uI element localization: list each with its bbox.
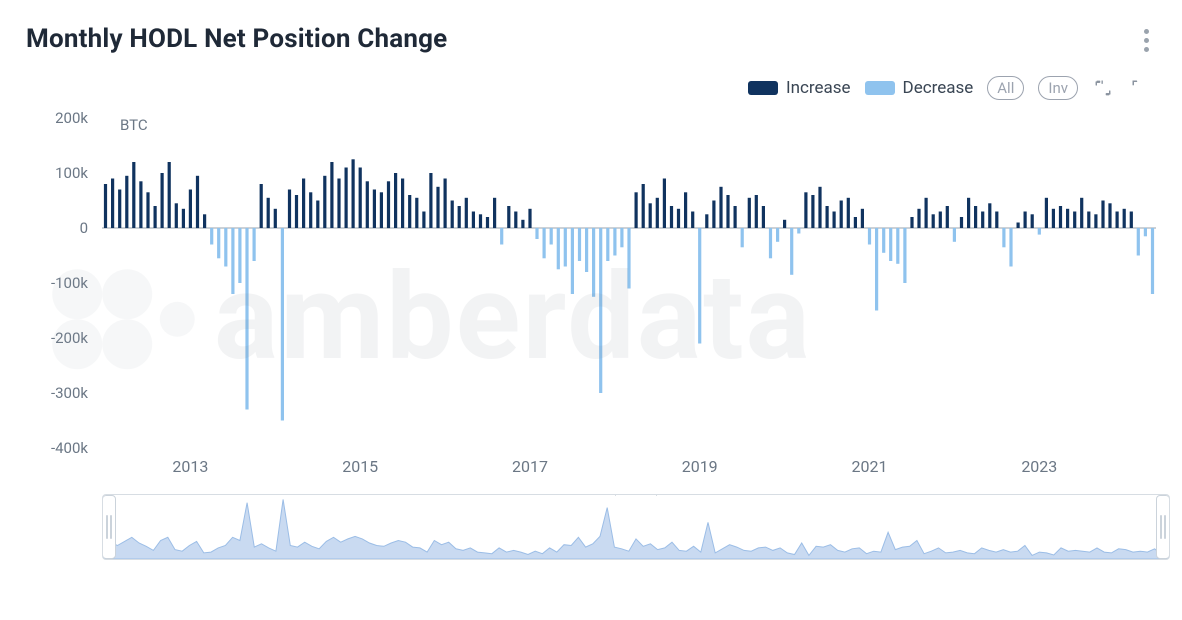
- svg-text:2021: 2021: [852, 457, 888, 476]
- brush-sparkline: [103, 495, 1169, 559]
- filter-all-chip[interactable]: All: [987, 76, 1024, 100]
- legend-swatch-decrease: [865, 81, 895, 95]
- svg-text:2023: 2023: [1021, 457, 1057, 476]
- legend-decrease[interactable]: Decrease: [865, 78, 974, 98]
- svg-text:-300k: -300k: [51, 384, 88, 402]
- svg-text:-100k: -100k: [51, 274, 88, 292]
- svg-text:BTC: BTC: [120, 116, 148, 134]
- toolbar: Increase Decrease All Inv: [16, 76, 1150, 100]
- header: Monthly HODL Net Position Change: [16, 22, 1166, 54]
- svg-text:-400k: -400k: [51, 439, 88, 457]
- more-menu-button[interactable]: [1134, 28, 1158, 52]
- svg-text:2015: 2015: [342, 457, 378, 476]
- range-brush[interactable]: [102, 494, 1170, 560]
- reset-zoom-icon[interactable]: [1128, 77, 1150, 99]
- bar-chart[interactable]: BTC 200k 100k 0 -100k -200k -300k -400k 2013 2015…: [16, 108, 1166, 478]
- svg-text:100k: 100k: [55, 164, 88, 182]
- svg-text:2013: 2013: [172, 457, 208, 476]
- legend-label-increase: Increase: [786, 78, 851, 98]
- legend-swatch-increase: [748, 81, 778, 95]
- svg-text:2019: 2019: [682, 457, 718, 476]
- legend-increase[interactable]: Increase: [748, 78, 851, 98]
- chart-card: Monthly HODL Net Position Change Increas…: [0, 0, 1182, 620]
- brush-handle-left[interactable]: [102, 495, 116, 559]
- page-title: Monthly HODL Net Position Change: [26, 24, 447, 54]
- svg-text:0: 0: [80, 219, 88, 237]
- brush-handle-right[interactable]: [1156, 495, 1170, 559]
- svg-text:2017: 2017: [512, 457, 548, 476]
- plot-area: amberdata BTC200k100k0-100k-200k-300k-40…: [16, 108, 1166, 478]
- legend-label-decrease: Decrease: [903, 78, 974, 98]
- filter-inv-chip[interactable]: Inv: [1038, 76, 1078, 100]
- svg-text:-200k: -200k: [51, 329, 88, 347]
- svg-text:200k: 200k: [55, 109, 88, 127]
- zoom-select-icon[interactable]: [1092, 77, 1114, 99]
